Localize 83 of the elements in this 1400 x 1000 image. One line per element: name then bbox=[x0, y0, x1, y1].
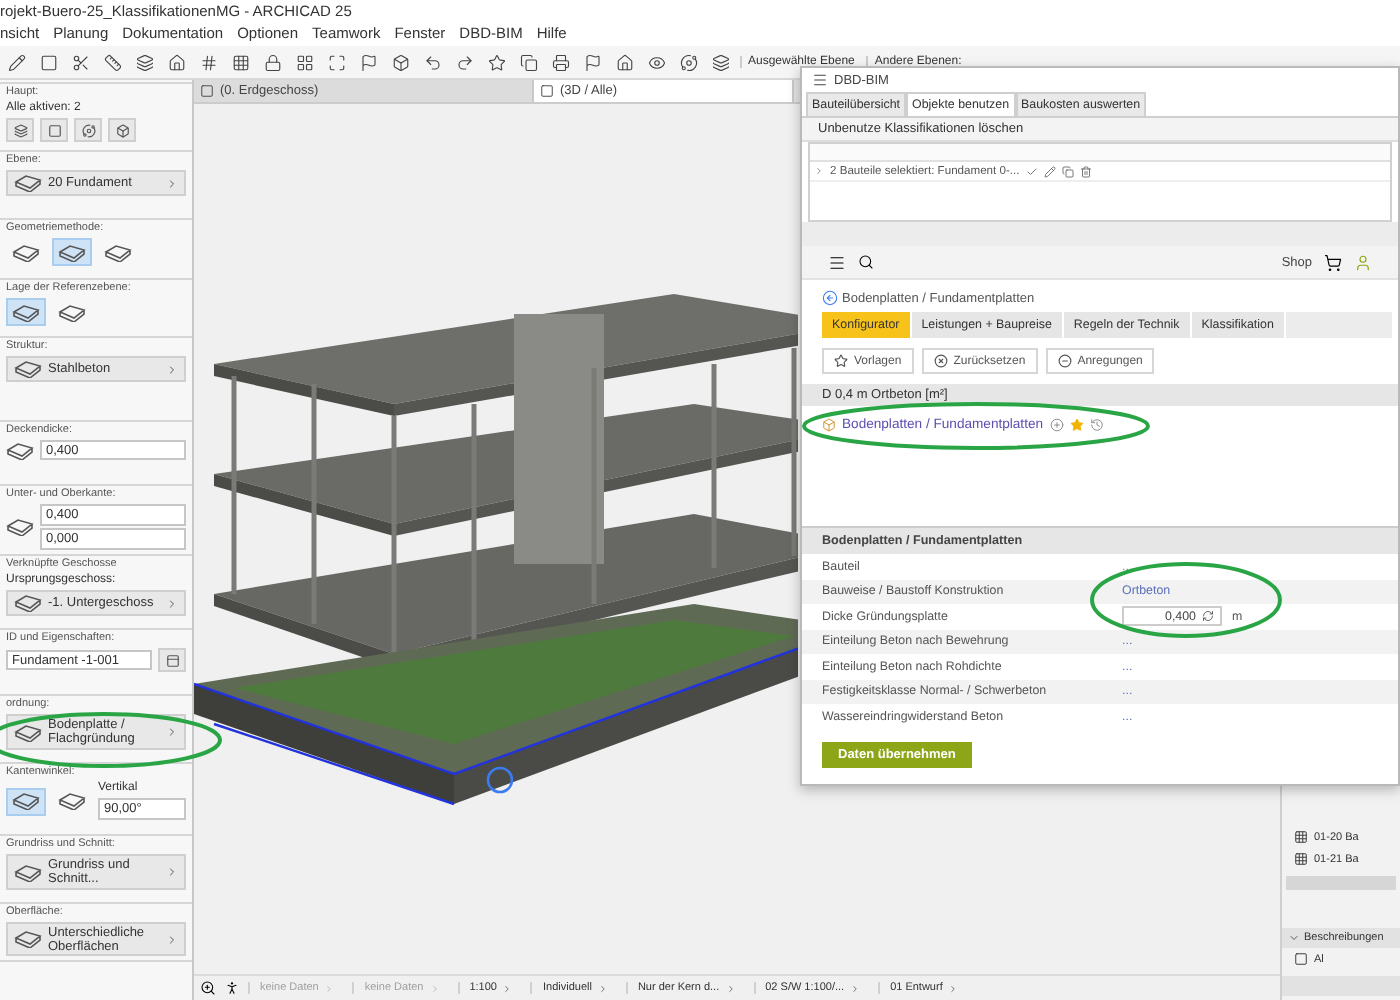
tool-button[interactable] bbox=[74, 118, 102, 142]
toolbar-icon[interactable] bbox=[132, 49, 158, 75]
toolbar-icon[interactable] bbox=[260, 49, 286, 75]
toolbar-icon[interactable] bbox=[4, 49, 30, 75]
window-icon bbox=[200, 84, 214, 98]
copy-icon bbox=[1061, 165, 1074, 177]
slab-icon bbox=[58, 243, 86, 261]
slab-icon bbox=[6, 518, 34, 536]
caret-icon bbox=[166, 363, 178, 375]
slab-icon bbox=[14, 863, 42, 881]
tool-button[interactable] bbox=[6, 118, 34, 142]
scrollbar[interactable] bbox=[1286, 876, 1396, 890]
box-icon bbox=[115, 123, 129, 137]
slab-icon bbox=[14, 930, 42, 948]
sheet-icon bbox=[1294, 830, 1308, 844]
caret-icon bbox=[429, 983, 440, 993]
layers-icon bbox=[13, 123, 27, 137]
tool-button[interactable] bbox=[40, 118, 68, 142]
slab-icon bbox=[14, 174, 42, 192]
slab-icon bbox=[58, 303, 86, 321]
star-icon bbox=[834, 354, 848, 368]
caret-icon bbox=[502, 983, 513, 993]
search-icon bbox=[858, 254, 874, 270]
properties-button[interactable] bbox=[158, 648, 186, 672]
toolbar-icon[interactable] bbox=[164, 49, 190, 75]
tool-button[interactable] bbox=[108, 118, 136, 142]
toolbar-icon[interactable] bbox=[484, 49, 510, 75]
expand-icon bbox=[814, 166, 824, 176]
caret-icon bbox=[850, 983, 861, 993]
square-icon bbox=[47, 123, 61, 137]
window-icon bbox=[1294, 952, 1308, 966]
caret-icon bbox=[166, 597, 178, 609]
option-button[interactable] bbox=[52, 238, 92, 266]
option-button[interactable] bbox=[6, 298, 46, 326]
slab-icon bbox=[104, 243, 132, 261]
star-icon bbox=[1069, 418, 1084, 432]
caret-icon bbox=[597, 983, 608, 993]
sheet-icon bbox=[1294, 852, 1308, 866]
slab-icon bbox=[12, 303, 40, 321]
caret-icon bbox=[166, 866, 178, 878]
minus-circle-icon bbox=[1057, 354, 1072, 368]
slab-icon bbox=[6, 441, 34, 459]
toolbar-icon[interactable] bbox=[388, 49, 414, 75]
zoom-icon bbox=[200, 980, 216, 996]
slab-icon bbox=[14, 594, 42, 612]
spinner-icon bbox=[1202, 610, 1214, 623]
toolbar-icon[interactable] bbox=[580, 49, 606, 75]
back-icon bbox=[822, 290, 838, 306]
toolbar-icon[interactable] bbox=[676, 49, 702, 75]
caret-icon bbox=[166, 177, 178, 189]
user-icon bbox=[1354, 253, 1372, 271]
caret-icon bbox=[166, 933, 178, 945]
caret-icon bbox=[725, 983, 736, 993]
caret-icon bbox=[948, 983, 959, 993]
component-icon bbox=[822, 418, 836, 432]
caret-icon bbox=[1288, 932, 1300, 944]
edit-icon bbox=[1043, 165, 1056, 177]
caret-icon bbox=[324, 983, 335, 993]
option-button[interactable] bbox=[6, 787, 46, 815]
slab-icon bbox=[14, 360, 42, 378]
panel-icon bbox=[165, 653, 179, 667]
trash-icon bbox=[1079, 165, 1092, 177]
check-icon bbox=[1025, 165, 1038, 177]
toolbar-icon[interactable] bbox=[612, 49, 638, 75]
slab-icon bbox=[14, 723, 42, 741]
cart-icon bbox=[1324, 253, 1342, 271]
slab-icon bbox=[12, 792, 40, 810]
app-icon bbox=[812, 72, 828, 88]
caret-icon bbox=[166, 726, 178, 738]
walk-icon bbox=[224, 980, 240, 996]
orbit-icon bbox=[81, 123, 95, 137]
window-icon bbox=[540, 84, 554, 98]
toolbar-icon[interactable] bbox=[548, 49, 574, 75]
history-icon bbox=[1089, 418, 1104, 432]
toolbar-icon[interactable] bbox=[356, 49, 382, 75]
toolbar-icon[interactable] bbox=[516, 49, 542, 75]
reset-icon bbox=[933, 354, 948, 368]
toolbar-icon[interactable] bbox=[708, 49, 734, 75]
add-icon bbox=[1049, 418, 1064, 432]
menu-icon bbox=[828, 253, 846, 271]
slab-icon bbox=[12, 243, 40, 261]
toolbar-icon[interactable] bbox=[100, 49, 126, 75]
slab-icon bbox=[58, 792, 86, 810]
